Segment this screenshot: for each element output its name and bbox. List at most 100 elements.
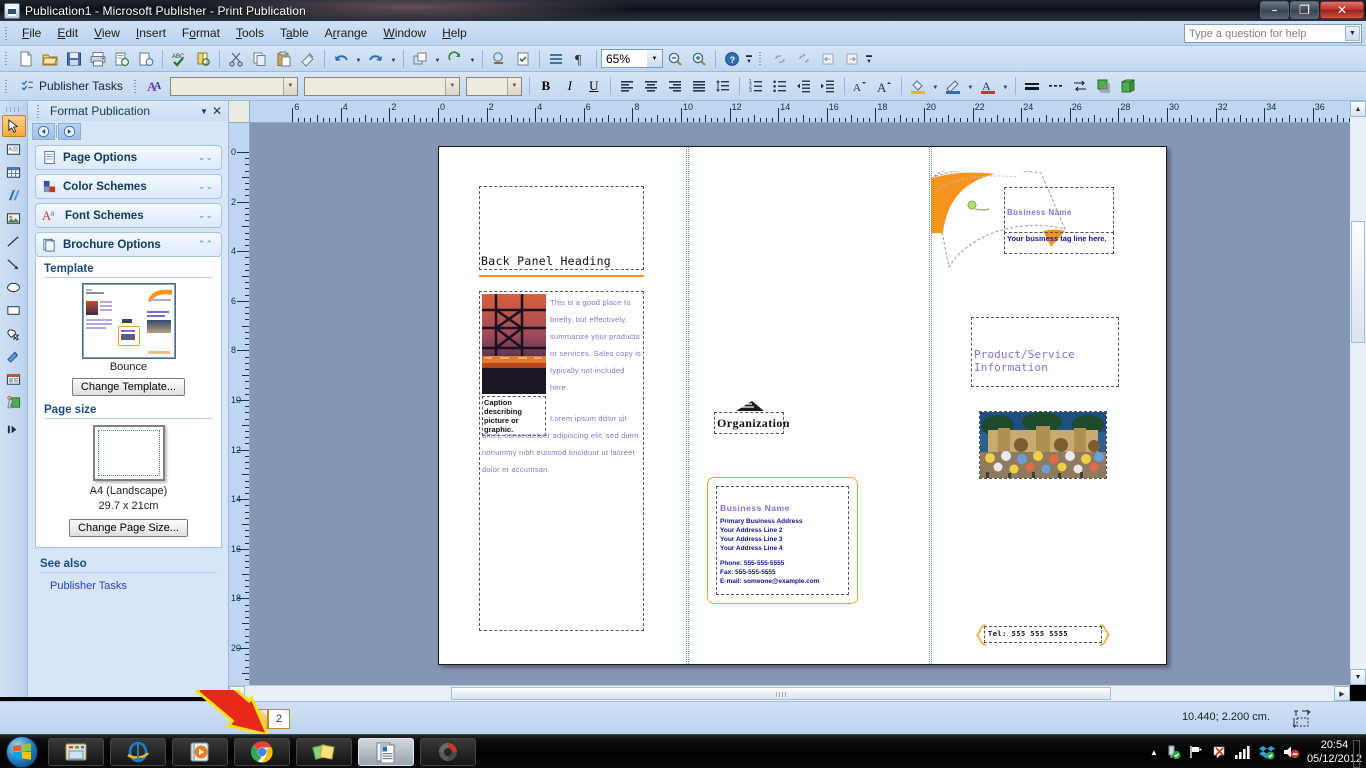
- copy-icon[interactable]: [249, 48, 271, 70]
- vertical-scroll-thumb[interactable]: [1351, 221, 1365, 343]
- bold-button[interactable]: B: [535, 75, 557, 97]
- align-left-icon[interactable]: [616, 75, 638, 97]
- usb-safely-remove-icon[interactable]: [1165, 744, 1181, 760]
- horizontal-scrollbar[interactable]: ◀ ▶: [229, 685, 1350, 701]
- publication-page[interactable]: Back Panel Heading Caption describing pi…: [438, 146, 1167, 665]
- menu-edit[interactable]: Edit: [49, 23, 86, 43]
- microsoft-publisher-icon[interactable]: [358, 738, 414, 766]
- contact-info-box[interactable]: Business Name Primary Business Address Y…: [716, 486, 849, 595]
- forward-button[interactable]: [58, 122, 81, 140]
- dash-style-icon[interactable]: [1045, 75, 1067, 97]
- zoom-input[interactable]: 65% ▼: [601, 49, 663, 68]
- special-chars-icon[interactable]: [545, 48, 567, 70]
- organization-logo-box[interactable]: Organization: [714, 401, 789, 434]
- dropbox-icon[interactable]: [1258, 744, 1275, 760]
- show-marks-icon[interactable]: ¶: [569, 48, 591, 70]
- chevron-down-icon[interactable]: ▼: [506, 77, 521, 95]
- front-tag-line-box[interactable]: Your business tag line here.: [1004, 232, 1114, 254]
- sidebar-item-brochure-options[interactable]: Brochure Options ⌃⌃: [35, 232, 222, 257]
- scroll-right-icon[interactable]: ▶: [1334, 686, 1350, 701]
- object-position-size-icon[interactable]: [1291, 708, 1311, 731]
- numbered-list-icon[interactable]: 123: [745, 75, 767, 97]
- increase-font-icon[interactable]: A: [874, 75, 896, 97]
- contact-info-frame[interactable]: Business Name Primary Business Address Y…: [707, 477, 858, 604]
- chevron-down-icon[interactable]: ⌄⌄: [198, 210, 221, 221]
- connect-toolbar-grip[interactable]: [757, 50, 764, 67]
- rectangle-tool[interactable]: [2, 299, 26, 321]
- align-right-icon[interactable]: [664, 75, 686, 97]
- windows-explorer-icon[interactable]: [48, 738, 104, 766]
- expand-toolbar-icon[interactable]: [2, 418, 26, 440]
- menu-insert[interactable]: Insert: [128, 23, 174, 43]
- menu-format[interactable]: Format: [174, 23, 228, 43]
- print-icon[interactable]: [87, 48, 109, 70]
- chevron-down-icon[interactable]: ▼: [200, 107, 208, 116]
- style-combo[interactable]: ▼: [169, 76, 298, 96]
- front-business-name-box[interactable]: Business Name: [1004, 187, 1114, 233]
- change-template-button[interactable]: Change Template...: [71, 378, 186, 396]
- menu-help[interactable]: Help: [434, 23, 475, 43]
- insert-table-tool[interactable]: [2, 161, 26, 183]
- picture-frame-tool[interactable]: [2, 207, 26, 229]
- standard-toolbar-grip[interactable]: [3, 50, 10, 67]
- chevron-down-icon[interactable]: ▼: [1345, 26, 1360, 41]
- justify-icon[interactable]: [688, 75, 710, 97]
- vertical-ruler[interactable]: 0 2 4 6 8 10 12 14 16 18 20: [229, 123, 250, 685]
- ruler-corner[interactable]: [229, 101, 250, 123]
- sticky-notes-icon[interactable]: [296, 738, 352, 766]
- show-hidden-icons-icon[interactable]: ▲: [1150, 748, 1158, 757]
- formatting-toolbar-grip[interactable]: [132, 78, 139, 95]
- menu-arrange[interactable]: Arrange: [317, 23, 376, 43]
- menu-table[interactable]: Table: [272, 23, 317, 43]
- line-spacing-icon[interactable]: [712, 75, 734, 97]
- help-search-input[interactable]: Type a question for help ▼: [1184, 24, 1362, 43]
- item-from-content-library-tool[interactable]: [2, 368, 26, 390]
- font-color-icon[interactable]: A: [977, 75, 999, 97]
- chevron-up-icon[interactable]: ⌃⌃: [198, 239, 221, 250]
- shadow-style-icon[interactable]: [1093, 75, 1115, 97]
- show-desktop-button[interactable]: [1353, 740, 1360, 768]
- back-button[interactable]: [32, 122, 55, 140]
- scroll-down-icon[interactable]: ▼: [1350, 669, 1366, 685]
- tel-frame[interactable]: Tel: 555 555 5555: [976, 624, 1110, 646]
- toolbar-overflow-button[interactable]: ▬ ▼: [744, 48, 754, 70]
- change-page-size-button[interactable]: Change Page Size...: [69, 519, 188, 537]
- zoom-out-icon[interactable]: [664, 48, 686, 70]
- minimize-button[interactable]: –: [1260, 1, 1289, 19]
- font-combo[interactable]: ▼: [303, 76, 460, 96]
- decrease-indent-icon[interactable]: [793, 75, 815, 97]
- align-center-icon[interactable]: [640, 75, 662, 97]
- media-player-icon[interactable]: [172, 738, 228, 766]
- new-icon[interactable]: [15, 48, 37, 70]
- bring-front-dropdown-icon[interactable]: ▼: [432, 48, 443, 70]
- network-flag-icon[interactable]: [1188, 744, 1204, 760]
- chevron-down-icon[interactable]: ⌄⌄: [198, 181, 221, 192]
- horizontal-scroll-thumb[interactable]: [451, 687, 1111, 700]
- horizontal-ruler[interactable]: 6 4 2 0 2 4 6 8 10 12 14 16 18 20 22 24 26 28 30 32 34 36: [250, 101, 1350, 123]
- menu-window[interactable]: Window: [375, 23, 434, 43]
- internet-explorer-icon[interactable]: [110, 738, 166, 766]
- line-tool[interactable]: [2, 230, 26, 252]
- redo-icon[interactable]: [365, 48, 387, 70]
- design-checker-icon[interactable]: [512, 48, 534, 70]
- rotate-icon[interactable]: [444, 48, 466, 70]
- restore-button[interactable]: ❐: [1290, 1, 1319, 19]
- font-color-dropdown-icon[interactable]: ▼: [1000, 75, 1011, 97]
- scroll-up-icon[interactable]: ▲: [1350, 101, 1366, 117]
- plaza-picture[interactable]: [979, 411, 1107, 479]
- tel-box[interactable]: Tel: 555 555 5555: [984, 626, 1102, 643]
- template-thumbnail[interactable]: [81, 283, 176, 359]
- arrow-style-icon[interactable]: [1069, 75, 1091, 97]
- font-size-combo[interactable]: ▼: [465, 76, 522, 96]
- see-also-publisher-tasks-link[interactable]: Publisher Tasks: [50, 580, 229, 592]
- bring-front-icon[interactable]: [409, 48, 431, 70]
- chevron-down-icon[interactable]: ▼: [282, 77, 297, 95]
- open-icon[interactable]: [39, 48, 61, 70]
- business-information-tool[interactable]: [2, 391, 26, 413]
- arrow-tool[interactable]: [2, 253, 26, 275]
- save-icon[interactable]: [63, 48, 85, 70]
- cut-icon[interactable]: [225, 48, 247, 70]
- back-panel-heading-box[interactable]: Back Panel Heading: [479, 186, 644, 270]
- print-preview-icon[interactable]: [111, 48, 133, 70]
- volume-muted-icon[interactable]: [1282, 744, 1300, 760]
